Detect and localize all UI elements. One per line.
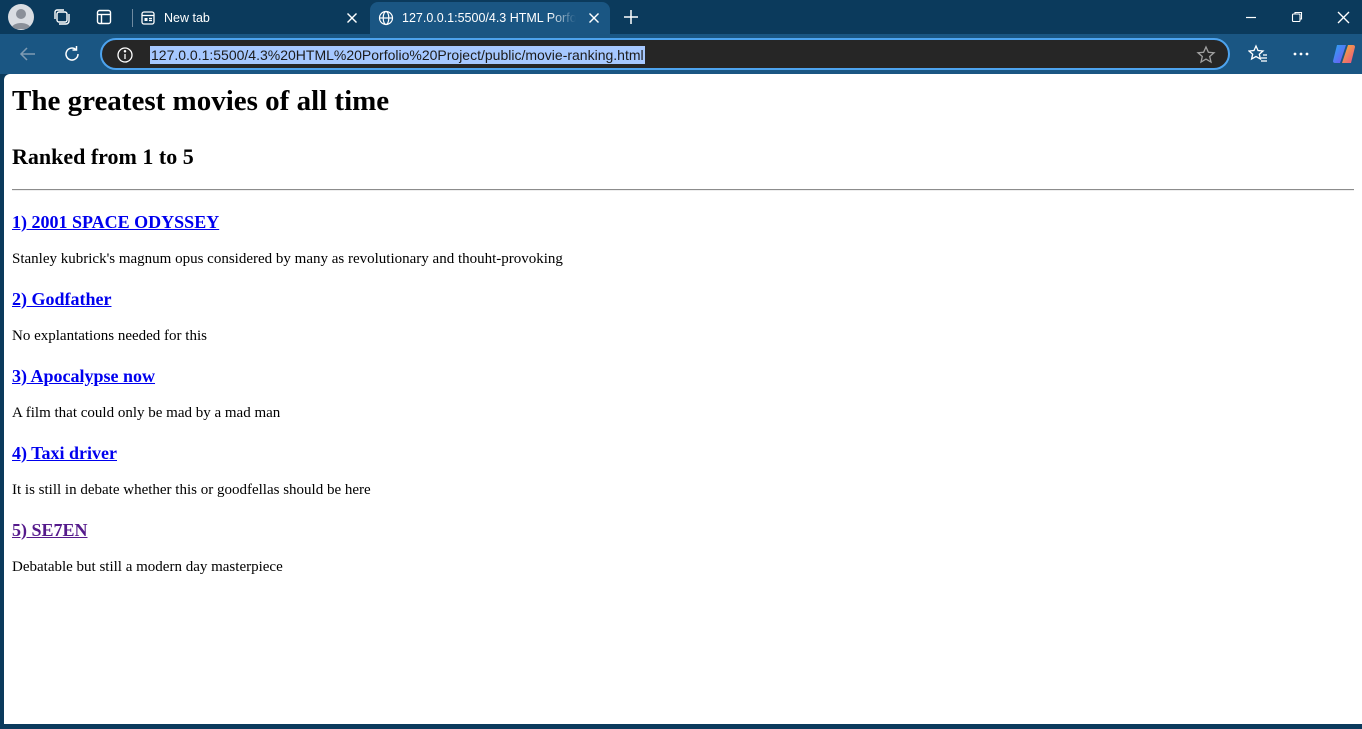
star-icon[interactable] xyxy=(1196,45,1216,65)
ellipsis-icon[interactable] xyxy=(1286,40,1316,68)
movie-heading: 4) Taxi driver xyxy=(12,442,1354,464)
tab-new-tab[interactable]: New tab xyxy=(132,2,368,34)
movie-description: No explantations needed for this xyxy=(12,328,207,344)
movie-heading: 5) SE7EN xyxy=(12,519,1354,541)
movie-link-5[interactable]: 5) SE7EN xyxy=(12,520,88,540)
movie-link-1[interactable]: 1) 2001 SPACE ODYSSEY xyxy=(12,212,219,232)
globe-icon xyxy=(378,10,394,26)
movie-description: A film that could only be mad by a mad m… xyxy=(12,405,281,421)
restore-icon[interactable] xyxy=(1274,0,1320,34)
tab-title: New tab xyxy=(164,11,210,25)
plus-icon[interactable] xyxy=(617,4,645,30)
info-icon[interactable] xyxy=(116,46,134,64)
reload-icon[interactable] xyxy=(57,40,87,68)
copilot-icon[interactable] xyxy=(1329,40,1359,68)
movie-heading: 1) 2001 SPACE ODYSSEY xyxy=(12,211,1354,233)
tab-title: 127.0.0.1:5500/4.3 HTML Porfolio Project… xyxy=(402,11,576,25)
movie-heading: 2) Godfather xyxy=(12,288,1354,310)
page-viewport: The greatest movies of all time Ranked f… xyxy=(4,74,1362,724)
movie-description: Debatable but still a modern day masterp… xyxy=(12,559,283,575)
profile-avatar-icon[interactable] xyxy=(8,4,34,30)
favorites-icon[interactable] xyxy=(1243,40,1273,68)
workspaces-icon[interactable] xyxy=(48,4,76,30)
divider xyxy=(12,189,1354,191)
movie-link-2[interactable]: 2) Godfather xyxy=(12,289,111,309)
browser-window: New tab 127.0.0.1:5500/4.3 HTML Porfolio… xyxy=(0,0,1362,729)
page-content: The greatest movies of all time Ranked f… xyxy=(12,74,1354,576)
movie-link-4[interactable]: 4) Taxi driver xyxy=(12,443,117,463)
address-bar[interactable]: 127.0.0.1:5500/4.3%20HTML%20Porfolio%20P… xyxy=(100,38,1230,70)
movie-description: It is still in debate whether this or go… xyxy=(12,482,371,498)
movie-link-3[interactable]: 3) Apocalypse now xyxy=(12,366,155,386)
back-arrow-icon[interactable] xyxy=(13,40,43,68)
url-text[interactable]: 127.0.0.1:5500/4.3%20HTML%20Porfolio%20P… xyxy=(150,46,645,64)
close-window-icon[interactable] xyxy=(1320,0,1362,34)
close-tab-icon[interactable] xyxy=(586,10,602,26)
tab-actions-icon[interactable] xyxy=(90,4,118,30)
tab-strip: New tab 127.0.0.1:5500/4.3 HTML Porfolio… xyxy=(0,0,1362,34)
page-title: The greatest movies of all time xyxy=(12,85,390,117)
page-subtitle: Ranked from 1 to 5 xyxy=(12,144,194,169)
minimize-icon[interactable] xyxy=(1228,0,1274,34)
new-tab-page-icon xyxy=(140,10,156,26)
close-tab-icon[interactable] xyxy=(344,10,360,26)
browser-toolbar: 127.0.0.1:5500/4.3%20HTML%20Porfolio%20P… xyxy=(0,34,1362,74)
tab-movie-ranking[interactable]: 127.0.0.1:5500/4.3 HTML Porfolio Project… xyxy=(370,2,610,34)
movie-heading: 3) Apocalypse now xyxy=(12,365,1354,387)
movie-description: Stanley kubrick's magnum opus considered… xyxy=(12,251,563,267)
